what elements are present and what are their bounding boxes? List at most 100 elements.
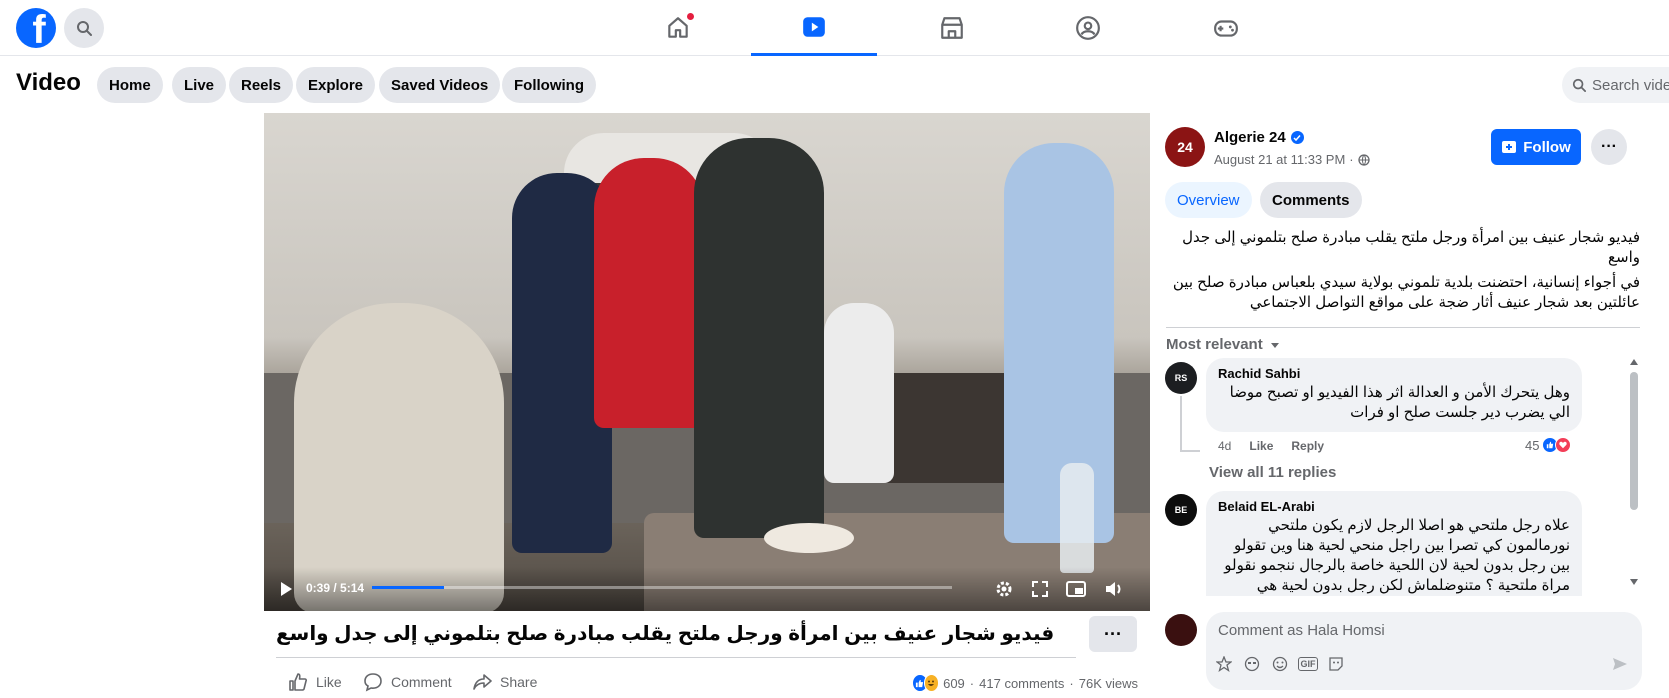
search-videos-input[interactable]: Search videos bbox=[1562, 67, 1669, 103]
pill-home[interactable]: Home bbox=[97, 67, 163, 103]
description-body: في أجواء إنسانية، احتضنت بلدية تلموني بو… bbox=[1172, 274, 1640, 311]
comment-icon bbox=[364, 673, 382, 692]
video-scene-bottle bbox=[1060, 463, 1094, 573]
video-details-panel: 24 Algerie 24 August 21 at 11:33 PM · Fo… bbox=[1150, 113, 1669, 698]
emoji-icon[interactable] bbox=[1270, 654, 1290, 674]
channel-name[interactable]: Algerie 24 bbox=[1214, 129, 1304, 146]
fullscreen-button[interactable] bbox=[1028, 577, 1052, 601]
miniplayer-button[interactable] bbox=[1064, 577, 1088, 601]
commenter-avatar[interactable]: BE bbox=[1165, 494, 1197, 526]
search-placeholder: Search videos bbox=[1592, 76, 1669, 94]
commenter-avatar[interactable]: RS bbox=[1165, 362, 1197, 394]
video-more-button[interactable]: ··· bbox=[1089, 616, 1137, 652]
miniplayer-icon bbox=[1066, 581, 1086, 597]
video-play-icon bbox=[803, 16, 825, 37]
comment-author[interactable]: Rachid Sahbi bbox=[1218, 366, 1570, 381]
gamepad-icon bbox=[1214, 20, 1238, 37]
sort-comments-dropdown[interactable]: Most relevant bbox=[1166, 336, 1281, 353]
love-reaction-icon bbox=[1555, 437, 1572, 453]
date-separator: · bbox=[1349, 152, 1354, 167]
comment-count[interactable]: 417 comments bbox=[979, 676, 1064, 691]
post-date[interactable]: August 21 at 11:33 PM · bbox=[1214, 152, 1370, 167]
comment-button[interactable]: Comment bbox=[363, 672, 452, 692]
volume-button[interactable] bbox=[1102, 577, 1126, 601]
current-user-avatar[interactable] bbox=[1165, 614, 1197, 646]
sticker-icon[interactable] bbox=[1214, 654, 1234, 674]
video-scene-plate bbox=[764, 523, 854, 553]
follow-page-icon bbox=[1502, 141, 1517, 153]
comment-like-button[interactable]: Like bbox=[1249, 439, 1273, 453]
comment-composer[interactable]: Comment as Hala Homsi GIF bbox=[1206, 612, 1642, 690]
send-comment-button[interactable] bbox=[1612, 656, 1628, 677]
facebook-logo[interactable]: f bbox=[16, 8, 56, 48]
pill-following[interactable]: Following bbox=[502, 67, 596, 103]
video-scene-person-light-shirt bbox=[1004, 143, 1114, 543]
tab-home[interactable] bbox=[615, 0, 741, 56]
gif-icon[interactable]: GIF bbox=[1298, 657, 1318, 671]
top-navigation: f bbox=[0, 0, 1669, 56]
tab-gaming[interactable] bbox=[1163, 0, 1289, 56]
comment-author[interactable]: Belaid EL-Arabi bbox=[1218, 499, 1570, 514]
fullscreen-icon bbox=[1032, 581, 1048, 597]
comment-label: Comment bbox=[391, 674, 452, 690]
video-title: فيديو شجار عنيف بين امرأة ورجل ملتح يقلب… bbox=[276, 623, 1055, 645]
send-icon bbox=[1613, 658, 1627, 670]
volume-icon bbox=[1106, 582, 1121, 596]
comment-reactions[interactable]: 45 bbox=[1525, 437, 1572, 453]
composer-toolbar: GIF bbox=[1214, 654, 1346, 674]
reaction-count[interactable]: 609 bbox=[943, 676, 965, 691]
verified-badge-icon bbox=[1290, 131, 1304, 144]
comment-time[interactable]: 4d bbox=[1218, 439, 1231, 453]
share-label: Share bbox=[500, 674, 538, 690]
video-scene-person-seated bbox=[824, 303, 894, 483]
scroll-up-icon bbox=[1630, 359, 1638, 365]
video-player[interactable]: 0:39 / 5:14 bbox=[264, 113, 1150, 611]
post-date-text: August 21 at 11:33 PM bbox=[1214, 152, 1346, 167]
globe-icon bbox=[1357, 153, 1370, 166]
video-scene-person-red-shirt bbox=[594, 158, 704, 428]
thread-line bbox=[1180, 396, 1182, 451]
progress-fill bbox=[372, 586, 444, 589]
comment-bubble: Belaid EL-Arabi علاه رجل ملتحي هو اصلا ا… bbox=[1206, 491, 1582, 596]
like-label: Like bbox=[316, 674, 342, 690]
search-button[interactable] bbox=[64, 8, 104, 48]
panel-more-button[interactable]: ··· bbox=[1591, 129, 1627, 165]
comment-reaction-count: 45 bbox=[1525, 437, 1540, 453]
title-divider bbox=[276, 657, 1076, 658]
smile-sticker-icon[interactable] bbox=[1326, 654, 1346, 674]
pill-reels[interactable]: Reels bbox=[229, 67, 294, 103]
description-title: فيديو شجار عنيف بين امرأة ورجل ملتح يقلب… bbox=[1182, 229, 1640, 266]
avatar-sticker-icon[interactable] bbox=[1242, 654, 1262, 674]
tab-video[interactable] bbox=[751, 0, 877, 56]
video-header: Video Home Live Reels Explore Saved Vide… bbox=[0, 57, 1669, 113]
comment-reply-button[interactable]: Reply bbox=[1291, 439, 1324, 453]
comment-bubble: Rachid Sahbi وهل يتحرك الأمن و العدالة ا… bbox=[1206, 358, 1582, 432]
tab-marketplace[interactable] bbox=[889, 0, 1015, 56]
tab-groups[interactable] bbox=[1025, 0, 1151, 56]
like-button[interactable]: Like bbox=[288, 672, 342, 692]
channel-avatar[interactable]: 24 bbox=[1165, 127, 1205, 167]
pill-live[interactable]: Live bbox=[172, 67, 227, 103]
player-controls: 0:39 / 5:14 bbox=[264, 567, 1150, 611]
description-divider bbox=[1166, 327, 1640, 328]
tab-comments[interactable]: Comments bbox=[1260, 182, 1362, 218]
stats-separator: · bbox=[1069, 675, 1074, 691]
pill-explore[interactable]: Explore bbox=[296, 67, 376, 103]
play-button[interactable] bbox=[276, 579, 296, 599]
pill-saved-videos[interactable]: Saved Videos bbox=[379, 67, 501, 103]
settings-button[interactable] bbox=[992, 577, 1016, 601]
gear-icon bbox=[996, 581, 1012, 597]
comment-input-placeholder: Comment as Hala Homsi bbox=[1218, 622, 1385, 639]
share-button[interactable]: Share bbox=[472, 672, 537, 692]
caret-down-icon bbox=[1270, 342, 1279, 348]
follow-button[interactable]: Follow bbox=[1491, 129, 1581, 165]
scrollbar-thumb[interactable] bbox=[1630, 372, 1638, 510]
gif-icon-label: GIF bbox=[1300, 659, 1316, 669]
view-all-replies-link[interactable]: View all 11 replies bbox=[1209, 464, 1336, 481]
view-count: 76K views bbox=[1078, 675, 1138, 691]
tab-overview[interactable]: Overview bbox=[1165, 182, 1252, 218]
comments-scrollbar[interactable] bbox=[1629, 358, 1639, 586]
playback-time: 0:39 / 5:14 bbox=[306, 581, 365, 595]
progress-bar[interactable] bbox=[372, 586, 952, 589]
page-title: Video bbox=[16, 69, 81, 96]
